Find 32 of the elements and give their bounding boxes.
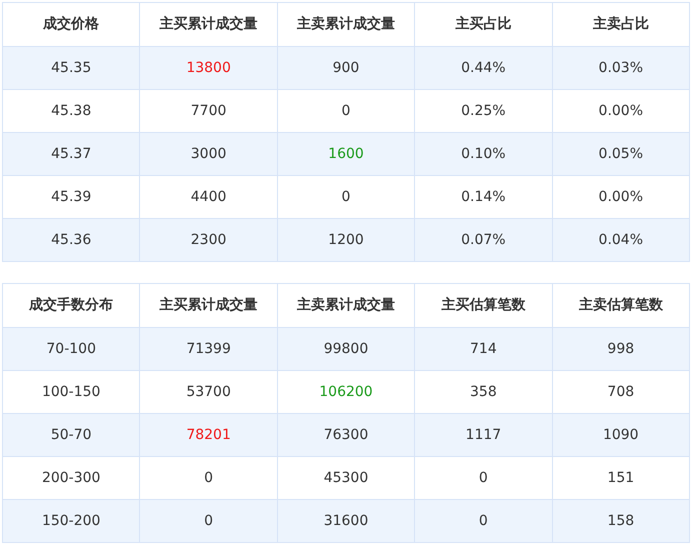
table-cell: 0.04% [552,218,690,262]
table-cell: 76300 [277,414,415,456]
table-cell: 714 [414,328,552,370]
table-cell: 78201 [140,414,278,456]
table-cell: 1090 [552,414,690,456]
table-cell: 0.10% [414,132,552,176]
table-cell: 0 [140,500,278,542]
column-header: 成交价格 [2,2,140,46]
table-cell: 71399 [140,328,278,370]
table-cell: 150-200 [2,500,140,542]
table-cell: 50-70 [2,414,140,456]
table-cell: 3000 [140,132,278,176]
table-cell: 2300 [140,218,278,262]
table-cell: 0.03% [552,46,690,90]
table-cell: 31600 [277,500,415,542]
column-header: 成交手数分布 [2,284,140,328]
table-cell: 13800 [140,46,278,90]
table-cell: 0 [414,500,552,542]
table-cell: 99800 [277,328,415,370]
table-cell: 998 [552,328,690,370]
table-cell: 158 [552,500,690,542]
table-cell: 45.37 [2,132,140,176]
table-cell: 1117 [414,414,552,456]
table-cell: 0.07% [414,218,552,262]
table-cell: 0.44% [414,46,552,90]
table-cell: 1200 [277,218,415,262]
table-cell: 0.05% [552,132,690,176]
table-cell: 1600 [277,132,415,176]
table-cell: 70-100 [2,328,140,370]
table-cell: 45.35 [2,46,140,90]
table-cell: 45.36 [2,218,140,262]
table-cell: 900 [277,46,415,90]
